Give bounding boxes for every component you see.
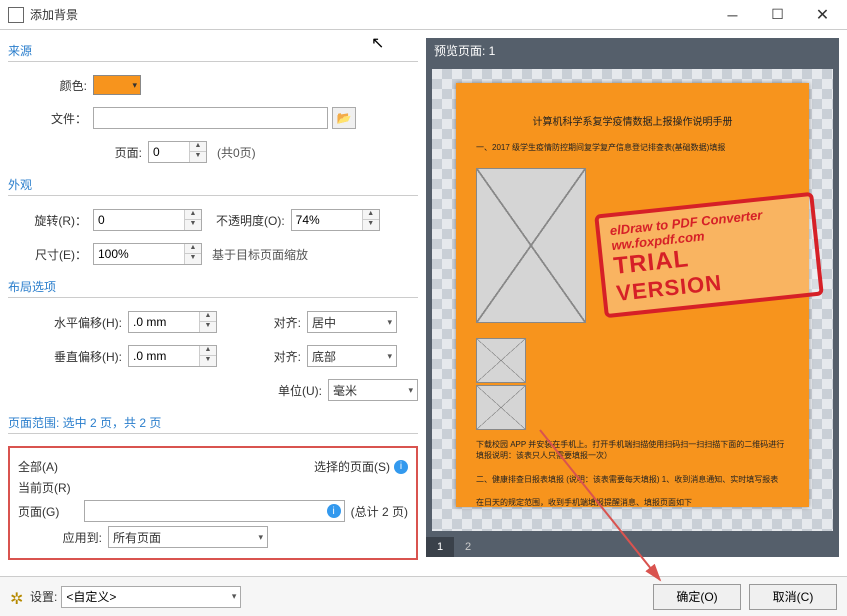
doc-line: 一、2017 级学生疫情防控期间复学复产信息登记排查表(基础数据)填报 [476,142,789,153]
apply-select[interactable]: 所有页面▾ [108,526,268,548]
doc-title: 计算机科学系复学疫情数据上报操作说明手册 [476,113,789,128]
range-pages-input[interactable] [84,500,345,522]
unit-select[interactable]: 毫米▾ [328,379,418,401]
page-total: (共0页) [217,144,256,161]
browse-button[interactable]: 📂 [332,107,356,129]
preview-page: 计算机科学系复学疫情数据上报操作说明手册 一、2017 级学生疫情防控期间复学复… [456,83,809,507]
settings-select[interactable]: <自定义>▾ [61,586,241,608]
spin-up-icon[interactable]: ▲ [200,346,216,356]
cancel-button[interactable]: 取消(C) [749,584,837,610]
page-spinner-input[interactable] [149,142,189,162]
range-pages-label[interactable]: 页面(G) [18,503,78,520]
voff-label: 垂直偏移(H): [8,348,128,365]
range-pages-total: (总计 2 页) [351,503,408,520]
scale-note: 基于目标页面缩放 [212,246,308,263]
scale-label: 尺寸(E)： [8,246,93,263]
voff-spinner[interactable]: ▲▼ [128,345,217,367]
chevron-down-icon: ▾ [232,591,237,602]
page-tab-1[interactable]: 1 [426,537,454,557]
doc-line: 二、健康排查日报表填报 (说明：该表需要每天填报) 1、收到消息通知、实时填写报… [476,474,789,485]
chevron-down-icon: ▾ [387,351,392,362]
preview-header: 预览页面: 1 [426,38,839,63]
rotate-spinner[interactable]: ▲▼ [93,209,202,231]
preview-body: 计算机科学系复学疫情数据上报操作说明手册 一、2017 级学生疫情防控期间复学复… [426,63,839,537]
file-input[interactable] [93,107,328,129]
unit-label: 单位(U): [268,382,328,399]
valign-select[interactable]: 底部▾ [307,345,397,367]
spin-up-icon[interactable]: ▲ [200,312,216,322]
chevron-down-icon: ▾ [387,317,392,328]
info-icon[interactable]: i [327,504,341,518]
watermark-stamp: elDraw to PDF Converter ww.foxpdf.com TR… [594,192,824,318]
appearance-header: 外观 [8,172,418,196]
range-frame: 全部(A) 选择的页面(S) i 当前页(R) 页面(G) i (总计 2 页)… [8,446,418,560]
rotate-input[interactable] [94,210,184,230]
placeholder-box [476,385,526,430]
page-tabs: 1 2 [426,537,839,557]
spin-down-icon[interactable]: ▼ [363,220,379,230]
spin-down-icon[interactable]: ▼ [185,220,201,230]
range-all[interactable]: 全部(A) [18,458,58,475]
left-panel: 来源 颜色: ▾ 文件： 📂 页面: ▲▼ (共0页) 外观 旋转(R)： ▲▼… [8,38,418,557]
source-header: 来源 [8,38,418,62]
maximize-button[interactable]: ☐ [755,1,800,29]
hoff-spinner[interactable]: ▲▼ [128,311,217,333]
valign-label: 对齐: [247,348,307,365]
halign-select[interactable]: 居中▾ [307,311,397,333]
scale-spinner[interactable]: ▲▼ [93,243,202,265]
halign-label: 对齐: [247,314,307,331]
voff-input[interactable] [129,346,199,366]
info-icon[interactable]: i [394,460,408,474]
spin-down-icon[interactable]: ▼ [185,254,201,264]
file-label: 文件： [8,110,93,127]
folder-icon: 📂 [337,111,352,125]
chevron-down-icon: ▾ [132,80,137,91]
spin-down-icon[interactable]: ▼ [200,322,216,332]
chevron-down-icon: ▾ [258,532,263,543]
spin-up-icon[interactable]: ▲ [363,210,379,220]
opacity-label: 不透明度(O): [216,212,291,229]
minimize-button[interactable]: ─ [710,1,755,29]
apply-label: 应用到: [18,529,108,546]
color-picker[interactable]: ▾ [93,75,141,95]
preview-panel: 预览页面: 1 计算机科学系复学疫情数据上报操作说明手册 一、2017 级学生疫… [426,38,839,557]
hoff-input[interactable] [129,312,199,332]
page-tab-2[interactable]: 2 [454,537,482,557]
placeholder-box [476,168,586,323]
placeholder-box [476,338,526,383]
range-header: 页面范围: 选中 2 页，共 2 页 [8,410,418,434]
app-icon [8,7,24,23]
doc-line: 在日天的规定范围，收到手机端填报提醒消息、填报页面如下 [476,497,789,508]
spin-down-icon[interactable]: ▼ [200,356,216,366]
color-label: 颜色: [8,77,93,94]
window-title: 添加背景 [30,6,710,23]
gear-icon[interactable]: ✲ [10,589,26,605]
scale-input[interactable] [94,244,184,264]
opacity-spinner[interactable]: ▲▼ [291,209,380,231]
page-spinner[interactable]: ▲▼ [148,141,207,163]
spin-down-icon[interactable]: ▼ [190,152,206,162]
opacity-input[interactable] [292,210,362,230]
settings-label: 设置: [30,588,57,605]
titlebar: 添加背景 ─ ☐ ✕ [0,0,847,30]
close-button[interactable]: ✕ [800,1,845,29]
chevron-down-icon: ▾ [408,385,413,396]
layout-header: 布局选项 [8,274,418,298]
doc-line: 下载校园 APP 并安装在手机上。打开手机端扫描使用扫码扫一扫扫描下面的二维码进… [476,439,789,461]
range-selected[interactable]: 选择的页面(S) [314,458,390,475]
ok-button[interactable]: 确定(O) [653,584,741,610]
bottom-bar: ✲ 设置: <自定义>▾ 确定(O) 取消(C) [0,576,847,616]
spin-up-icon[interactable]: ▲ [185,210,201,220]
hoff-label: 水平偏移(H): [8,314,128,331]
range-current[interactable]: 当前页(R) [18,479,71,496]
spin-up-icon[interactable]: ▲ [190,142,206,152]
spin-up-icon[interactable]: ▲ [185,244,201,254]
rotate-label: 旋转(R)： [8,212,93,229]
page-label: 页面: [8,144,148,161]
